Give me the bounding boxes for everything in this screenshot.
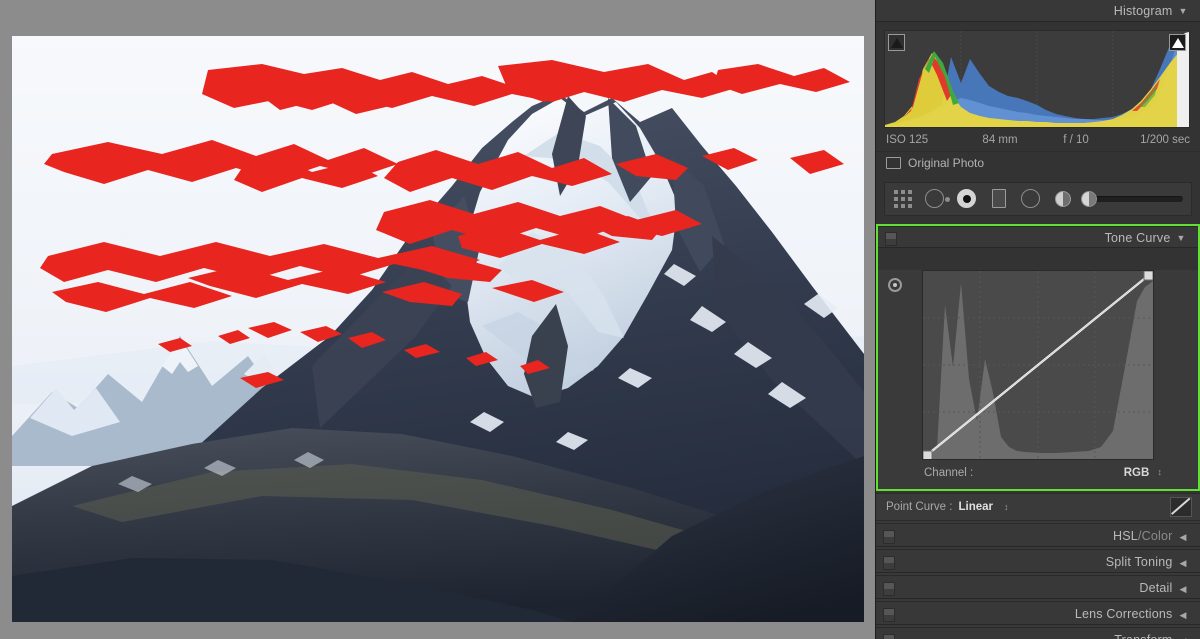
panel-switch-icon[interactable] (883, 530, 895, 544)
tone-curve-plot (923, 271, 1153, 459)
graduated-filter-tool[interactable] (989, 188, 1011, 210)
photo-rectangle-icon (886, 157, 901, 169)
histogram-panel-header[interactable]: Histogram ▼ (876, 0, 1200, 22)
photo-artwork (12, 36, 864, 622)
panel-lens-corrections[interactable]: Lens Corrections ◀ (876, 599, 1200, 625)
split-toning-panel-header[interactable]: Split Toning ◀ (876, 549, 1200, 573)
panel-switch-icon[interactable] (883, 582, 895, 596)
lens-corrections-panel-header[interactable]: Lens Corrections ◀ (876, 601, 1200, 625)
crop-overlay-tool[interactable] (893, 188, 915, 210)
histogram-chart[interactable] (884, 30, 1190, 128)
histogram-title: Histogram (1113, 4, 1173, 18)
chevron-left-icon[interactable]: ◀ (1176, 577, 1190, 601)
triangle-up-icon (890, 37, 903, 48)
stepper-icon[interactable]: ↕ (1158, 468, 1163, 477)
split-toning-title: Split Toning (1105, 555, 1173, 569)
point-curve-editor-button[interactable] (1170, 497, 1192, 517)
panel-switch-icon[interactable] (885, 232, 897, 246)
chevron-down-icon[interactable]: ▼ (1176, 0, 1190, 22)
chevron-left-icon[interactable]: ◀ (1176, 629, 1190, 639)
pupil-dot (962, 194, 971, 203)
triangle-up-icon (1171, 37, 1184, 48)
channel-label: Channel : (924, 467, 974, 479)
channel-selector-row[interactable]: Channel : RGB ↕ (924, 467, 1162, 479)
hsl-color-panel-header[interactable]: HSL / Color ◀ (876, 523, 1200, 547)
histogram-plot (885, 31, 1189, 127)
panel-transform[interactable]: Transform ◀ (876, 625, 1200, 639)
lens-corrections-title: Lens Corrections (1074, 607, 1173, 621)
original-photo-label: Original Photo (908, 156, 985, 170)
chevron-left-icon[interactable]: ◀ (1176, 551, 1190, 575)
point-curve-value[interactable]: Linear (958, 501, 993, 513)
panel-switch-icon[interactable] (883, 634, 895, 639)
hsl-title: HSL (1113, 529, 1138, 543)
radial-filter-tool[interactable] (1021, 188, 1043, 210)
image-canvas-area[interactable] (0, 0, 876, 639)
photo-preview[interactable] (12, 36, 864, 622)
red-eye-correction-tool[interactable] (957, 188, 979, 210)
stepper-icon[interactable]: ↕ (1004, 502, 1009, 512)
exif-metadata-row: ISO 125 84 mm f / 10 1/200 sec (886, 129, 1190, 151)
spot-handle-dot (945, 197, 950, 202)
color-title: Color (1141, 529, 1173, 543)
original-photo-toggle[interactable]: Original Photo (876, 151, 1200, 174)
photo-frame[interactable] (12, 36, 864, 622)
panel-split-toning[interactable]: Split Toning ◀ (876, 547, 1200, 573)
detail-title: Detail (1139, 581, 1173, 595)
tone-curve-panel-header[interactable]: Tone Curve ▼ (878, 226, 1198, 248)
panel-switch-icon[interactable] (883, 608, 895, 622)
slider-handle[interactable] (1081, 191, 1097, 207)
chevron-left-icon[interactable]: ◀ (1176, 603, 1190, 627)
tool-amount-slider[interactable] (1081, 191, 1183, 207)
targeted-adjustment-tool-icon[interactable] (888, 278, 902, 292)
collapsed-panel-list: HSL / Color ◀ Split Toning ◀ Detail ◀ Le… (876, 521, 1200, 639)
highlight-clipping-indicator[interactable] (1169, 34, 1186, 51)
exif-aperture: f / 10 (1063, 134, 1089, 146)
lightroom-develop-window: Histogram ▼ ISO 125 84 mm f / 10 1/200 s… (0, 0, 1200, 639)
tone-curve-panel[interactable]: Tone Curve ▼ Channel: RGB ↕ (876, 224, 1200, 491)
transform-title: Transform (1114, 628, 1172, 639)
target-center-dot (893, 283, 897, 287)
adjustment-brush-tool[interactable] (1053, 188, 1075, 210)
tone-curve-body: Channel : RGB ↕ (878, 270, 1198, 489)
panel-hsl-color[interactable]: HSL / Color ◀ (876, 521, 1200, 547)
develop-tool-strip[interactable] (884, 182, 1192, 216)
shadow-clipping-indicator[interactable] (888, 34, 905, 51)
point-curve-label: Point Curve : (886, 501, 953, 513)
exif-iso: ISO 125 (886, 134, 929, 146)
histogram-section: Histogram ▼ ISO 125 84 mm f / 10 1/200 s… (876, 0, 1200, 216)
point-curve-row[interactable]: Point Curve : Linear ↕ (876, 493, 1200, 521)
right-side-panel: Histogram ▼ ISO 125 84 mm f / 10 1/200 s… (875, 0, 1200, 639)
transform-panel-header[interactable]: Transform ◀ (876, 627, 1200, 639)
exif-shutter-speed: 1/200 sec (1140, 134, 1190, 146)
detail-panel-header[interactable]: Detail ◀ (876, 575, 1200, 599)
tone-curve-chart[interactable] (922, 270, 1154, 460)
diagonal-curve-icon (1171, 497, 1191, 514)
channel-value[interactable]: RGB (1124, 467, 1150, 479)
tone-curve-title: Tone Curve (1104, 231, 1171, 245)
exif-focal-length: 84 mm (982, 134, 1018, 146)
panel-switch-icon[interactable] (883, 556, 895, 570)
spot-removal-tool[interactable] (925, 188, 950, 210)
panel-detail[interactable]: Detail ◀ (876, 573, 1200, 599)
chevron-left-icon[interactable]: ◀ (1176, 525, 1190, 549)
chevron-down-icon[interactable]: ▼ (1174, 227, 1188, 249)
